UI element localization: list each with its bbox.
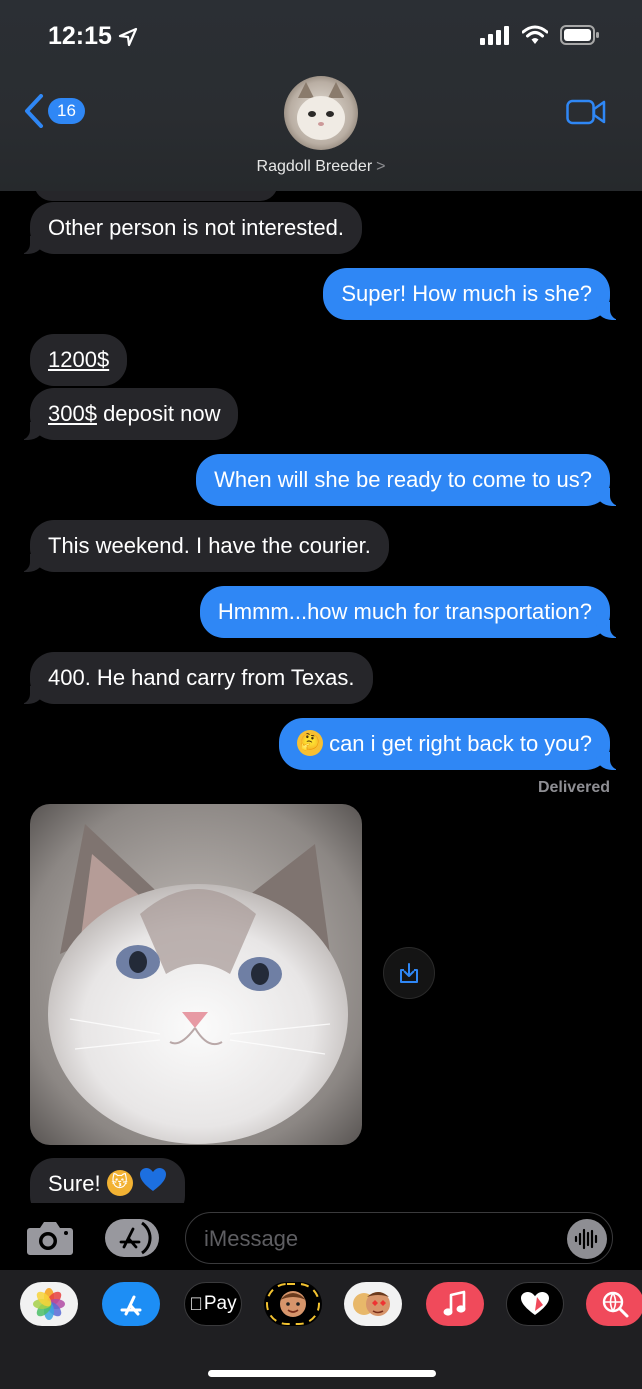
download-icon [400,963,418,983]
app-store-icon [105,1219,159,1257]
incoming-message[interactable]: 300$ deposit now [17,388,239,440]
memoji-stickers-button[interactable] [344,1282,402,1326]
chevron-left-icon [25,94,43,128]
photos-icon [33,1288,65,1320]
status-indicators [480,24,600,46]
contact-avatar[interactable] [284,76,358,150]
incoming-message[interactable]: 1200$ [30,334,128,386]
memoji-icon [266,1283,320,1325]
apple-logo-icon:  [189,1294,203,1315]
incoming-message[interactable]: Sure! 😽 [30,1158,185,1203]
chevron-right-icon: > [376,158,386,175]
data-detector-link[interactable]: 300$ [48,401,97,426]
unread-badge: 16 [48,98,85,124]
music-note-icon [443,1290,466,1316]
outgoing-message[interactable]: When will she be ready to come to us? [196,454,622,506]
audio-message-button[interactable] [567,1219,607,1259]
photos-app-button[interactable] [20,1282,78,1326]
app-store-a-icon [120,1295,142,1316]
digital-touch-button[interactable] [506,1282,564,1326]
delivered-status: Delivered [537,779,610,796]
apple-pay-button[interactable]:  Pay [184,1282,242,1326]
kitten-photo[interactable] [30,804,362,1145]
camera-button[interactable] [26,1220,74,1261]
cellular-signal-icon [480,26,509,45]
message-thread[interactable]: Other person is not interested. Super! H… [0,191,642,1203]
save-to-photos-button[interactable] [383,947,435,999]
facetime-video-button[interactable] [566,98,606,131]
app-store-drawer-button[interactable] [104,1218,160,1263]
thinking-face-emoji-icon: 🤔 [296,730,323,757]
conversation-header: 12:15 16 Ragdoll Breeder > [0,0,642,191]
data-detector-link[interactable]: 1200$ [48,347,109,372]
back-button[interactable]: 16 [24,94,85,128]
contact-name[interactable]: Ragdoll Breeder > [0,158,642,176]
outgoing-message[interactable]: 🤔 can i get right back to you? [278,718,623,770]
globe-search-icon [602,1291,629,1318]
incoming-message[interactable]: 400. He hand carry from Texas. [18,652,373,704]
wifi-icon [522,25,548,44]
waveform-icon [574,1228,598,1250]
home-indicator[interactable] [208,1370,436,1377]
battery-icon [560,25,599,45]
heart-icon [521,1292,549,1315]
incoming-message[interactable]: This weekend. I have the courier. [18,520,389,572]
image-search-button[interactable] [586,1282,642,1326]
camera-icon [27,1222,73,1255]
partial-previous-bubble [34,191,278,201]
blue-heart-emoji-icon [139,1167,167,1200]
music-app-button[interactable] [426,1282,484,1326]
status-time: 12:15 [48,22,138,51]
imessage-input[interactable]: iMessage [185,1212,613,1264]
location-arrow-icon [118,27,138,46]
app-store-button[interactable] [102,1282,160,1326]
outgoing-message[interactable]: Hmmm...how much for transportation? [199,586,623,638]
video-camera-icon [566,99,606,125]
kissing-cat-emoji-icon: 😽 [106,1170,133,1197]
incoming-message[interactable]: Other person is not interested. [18,202,362,254]
memoji-stickers-icon [353,1292,390,1316]
outgoing-message[interactable]: Super! How much is she? [323,268,622,320]
memoji-button[interactable] [264,1282,322,1326]
